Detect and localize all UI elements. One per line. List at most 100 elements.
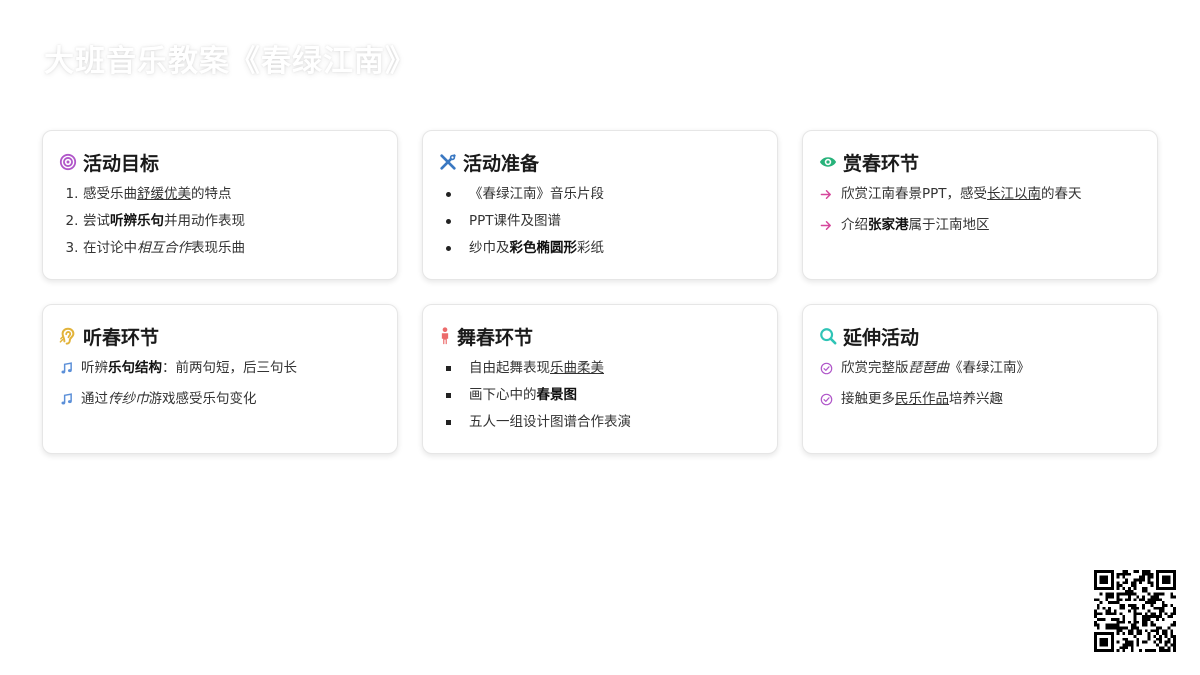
- text-run: 表现乐曲: [191, 240, 245, 256]
- list-item-text: 纱巾及彩色椭圆形彩纸: [469, 239, 604, 257]
- card-appreciate-list: 欣赏江南春景PPT，感受长江以南的春天 介绍张家港属于江南地区: [819, 185, 1141, 234]
- text-run: ：前两句短，后三句长: [162, 360, 297, 376]
- list-number: 1.: [65, 186, 79, 202]
- text-run: 的特点: [191, 186, 232, 202]
- list-item-text: 欣赏完整版琵琶曲《春绿江南》: [841, 359, 1030, 377]
- bullet-square-icon: [441, 388, 455, 402]
- text-run: 《春绿江南》音乐片段: [469, 186, 604, 202]
- list-item-text: 在讨论中相互合作表现乐曲: [83, 239, 245, 257]
- list-item: 1. 感受乐曲舒缓优美的特点: [59, 185, 381, 203]
- card-listen-header: 听春环节: [59, 323, 381, 349]
- check-circle-icon: [819, 361, 833, 375]
- list-item: 欣赏完整版琵琶曲《春绿江南》: [819, 359, 1141, 377]
- card-dance-list: 自由起舞表现乐曲柔美 画下心中的春景图 五人一组设计图谱合作表演: [439, 359, 761, 431]
- card-goals-header: 活动目标: [59, 149, 381, 175]
- list-item: 画下心中的春景图: [439, 386, 761, 404]
- text-run: 彩纸: [577, 240, 604, 256]
- card-listen-title: 听春环节: [83, 326, 160, 349]
- text-run: 在讨论中: [83, 240, 137, 256]
- list-item: 自由起舞表现乐曲柔美: [439, 359, 761, 377]
- eye-icon: [819, 153, 837, 171]
- qr-code-icon: [1094, 570, 1176, 652]
- list-item-text: 接触更多民乐作品培养兴趣: [841, 390, 1003, 408]
- card-prep-header: 活动准备: [439, 149, 761, 175]
- text-run: 属于江南地区: [908, 217, 990, 233]
- arrow-right-icon: [819, 218, 833, 232]
- card-listen: 听春环节 听辨乐句结构：前两句短，后三句长 通过传纱巾游戏感受乐句变化: [42, 304, 398, 454]
- italic-text: 琵琶曲: [908, 360, 950, 376]
- text-run: PPT课件及图谱: [469, 213, 562, 229]
- list-item: 欣赏江南春景PPT，感受长江以南的春天: [819, 185, 1141, 203]
- list-item-text: 通过传纱巾游戏感受乐句变化: [81, 390, 257, 408]
- card-extend: 延伸活动 欣赏完整版琵琶曲《春绿江南》 接触更多民乐作品培养兴趣: [802, 304, 1158, 454]
- bullet-disc-icon: [441, 187, 455, 201]
- text-run: 接触更多: [841, 391, 895, 407]
- list-item-text: 欣赏江南春景PPT，感受长江以南的春天: [841, 185, 1082, 203]
- list-item: 《春绿江南》音乐片段: [439, 185, 761, 203]
- card-appreciate-title: 赏春环节: [843, 152, 920, 175]
- list-item-text: 五人一组设计图谱合作表演: [469, 413, 631, 431]
- card-goals-title: 活动目标: [83, 152, 160, 175]
- list-item: 听辨乐句结构：前两句短，后三句长: [59, 359, 381, 377]
- card-prep-list: 《春绿江南》音乐片段 PPT课件及图谱 纱巾及彩色椭圆形彩纸: [439, 185, 761, 257]
- text-run: 五人一组设计图谱合作表演: [469, 414, 631, 430]
- list-item: 接触更多民乐作品培养兴趣: [819, 390, 1141, 408]
- text-run: 游戏感受乐句变化: [148, 391, 257, 407]
- list-item: 2. 尝试听辨乐句并用动作表现: [59, 212, 381, 230]
- bullet-disc-icon: [441, 241, 455, 255]
- card-listen-list: 听辨乐句结构：前两句短，后三句长 通过传纱巾游戏感受乐句变化: [59, 359, 381, 408]
- bold-text: 张家港: [868, 217, 909, 233]
- card-dance: 舞春环节 自由起舞表现乐曲柔美 画下心中的春景图 五人一组设计图谱合作表演: [422, 304, 778, 454]
- target-icon: [59, 153, 77, 171]
- underlined-text: 长江以南: [987, 186, 1042, 202]
- text-run: 画下心中的: [469, 387, 537, 403]
- list-number: 2.: [65, 213, 79, 229]
- person-icon: [439, 327, 451, 345]
- card-extend-header: 延伸活动: [819, 323, 1141, 349]
- list-item-text: 自由起舞表现乐曲柔美: [469, 359, 604, 377]
- list-item-text: 画下心中的春景图: [469, 386, 577, 404]
- bullet-square-icon: [441, 415, 455, 429]
- italic-text: 相互合作: [137, 240, 191, 256]
- italic-text: 传纱巾: [108, 391, 149, 407]
- card-goals-list: 1. 感受乐曲舒缓优美的特点 2. 尝试听辨乐句并用动作表现 3. 在讨论中相互合作表现乐…: [59, 185, 381, 257]
- list-item-text: PPT课件及图谱: [469, 212, 561, 230]
- music-note-icon: [59, 361, 73, 375]
- bold-text: 春景图: [536, 387, 578, 403]
- text-run: 并用动作表现: [164, 213, 245, 229]
- underlined-text: 舒缓优美: [137, 186, 191, 202]
- text-run: 培养兴趣: [949, 391, 1003, 407]
- ear-icon: [59, 327, 77, 345]
- arrow-right-icon: [819, 187, 833, 201]
- list-number: 3.: [65, 240, 79, 256]
- list-item-text: 尝试听辨乐句并用动作表现: [83, 212, 245, 230]
- text-run: 的春天: [1041, 186, 1082, 202]
- bullet-disc-icon: [441, 214, 455, 228]
- list-item: 介绍张家港属于江南地区: [819, 216, 1141, 234]
- list-item-text: 《春绿江南》音乐片段: [469, 185, 604, 203]
- underlined-text: 乐曲柔美: [550, 360, 604, 376]
- search-icon: [819, 327, 837, 345]
- card-goals: 活动目标 1. 感受乐曲舒缓优美的特点 2. 尝试听辨乐句并用动作表现 3. 在讨论中相互…: [42, 130, 398, 280]
- list-item-text: 介绍张家港属于江南地区: [841, 216, 990, 234]
- list-item-text: 听辨乐句结构：前两句短，后三句长: [81, 359, 297, 377]
- list-item-text: 感受乐曲舒缓优美的特点: [83, 185, 232, 203]
- bold-text: 彩色椭圆形: [509, 240, 578, 256]
- card-extend-list: 欣赏完整版琵琶曲《春绿江南》 接触更多民乐作品培养兴趣: [819, 359, 1141, 408]
- card-dance-title: 舞春环节: [457, 326, 534, 349]
- text-run: 尝试: [83, 213, 110, 229]
- text-run: 欣赏江南春景PPT，感受: [841, 186, 988, 202]
- card-appreciate: 赏春环节 欣赏江南春景PPT，感受长江以南的春天 介绍张家港属于江南地区: [802, 130, 1158, 280]
- bold-text: 乐句结构: [108, 360, 162, 376]
- card-dance-header: 舞春环节: [439, 323, 761, 349]
- underlined-text: 民乐作品: [895, 391, 949, 407]
- text-run: 听辨: [81, 360, 108, 376]
- card-extend-title: 延伸活动: [843, 326, 920, 349]
- list-item: PPT课件及图谱: [439, 212, 761, 230]
- list-item: 通过传纱巾游戏感受乐句变化: [59, 390, 381, 408]
- text-run: 纱巾及: [469, 240, 510, 256]
- text-run: 欣赏完整版: [841, 360, 909, 376]
- text-run: 感受乐曲: [83, 186, 137, 202]
- bullet-square-icon: [441, 361, 455, 375]
- text-run: 自由起舞表现: [469, 360, 550, 376]
